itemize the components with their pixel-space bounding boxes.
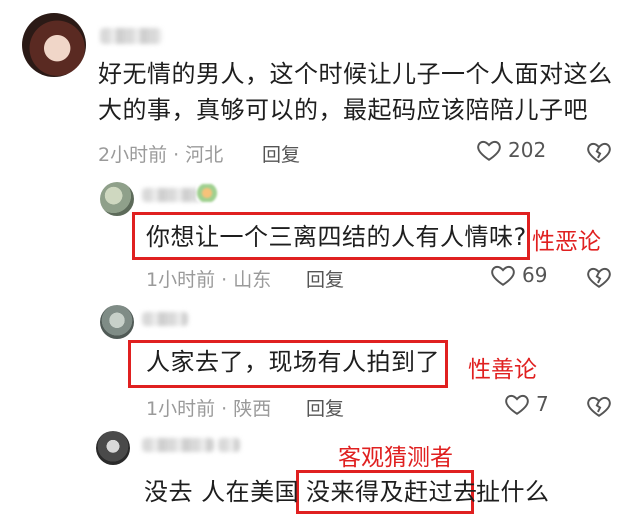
avatar[interactable]	[22, 13, 86, 77]
reply-button[interactable]: 回复	[306, 394, 344, 421]
annotation-label: 性恶论	[532, 229, 601, 255]
username-badge-blurred	[218, 438, 240, 452]
comment-text-line: 大的事，真够可以的，最起码应该陪陪儿子吧	[98, 96, 588, 124]
avatar[interactable]	[96, 431, 130, 465]
like-count: 7	[536, 392, 549, 416]
comment-meta: 2小时前 · 河北	[98, 144, 224, 166]
comment-text: 没去 人在美国	[144, 478, 300, 506]
annotation-label: 性善论	[468, 357, 537, 383]
broken-heart-icon[interactable]	[586, 139, 612, 165]
broken-heart-icon[interactable]	[586, 264, 612, 290]
reply-button[interactable]: 回复	[262, 140, 300, 167]
heart-icon	[505, 394, 529, 415]
comment-meta: 1小时前 · 山东	[146, 269, 272, 291]
comment-text: 人家去了，现场有人拍到了	[146, 348, 440, 376]
comment-text-line: 好无情的男人，这个时候让儿子一个人面对这么	[98, 60, 613, 88]
username-blurred[interactable]	[142, 188, 202, 202]
comment-text: 扯什么	[476, 478, 550, 506]
comment-text-highlight: 没来得及赶过去	[306, 478, 478, 506]
like-button[interactable]: 7	[504, 391, 549, 417]
avatar[interactable]	[100, 305, 134, 339]
annotation-label: 客观猜测者	[338, 445, 453, 471]
like-button[interactable]: 202	[476, 137, 546, 163]
avatar[interactable]	[100, 182, 134, 216]
like-count: 69	[522, 263, 548, 287]
heart-icon	[477, 140, 501, 161]
reply-button[interactable]: 回复	[306, 265, 344, 292]
broken-heart-icon[interactable]	[586, 393, 612, 419]
comment-meta: 1小时前 · 陕西	[146, 398, 272, 420]
username-badge-blurred	[196, 184, 218, 202]
username-blurred[interactable]	[142, 438, 214, 452]
like-button[interactable]: 69	[490, 262, 547, 288]
like-count: 202	[508, 138, 547, 162]
heart-icon	[491, 265, 515, 286]
comment-text: 你想让一个三离四结的人有人情味?	[146, 223, 527, 251]
username-blurred[interactable]	[100, 28, 162, 44]
username-blurred[interactable]	[142, 312, 188, 326]
